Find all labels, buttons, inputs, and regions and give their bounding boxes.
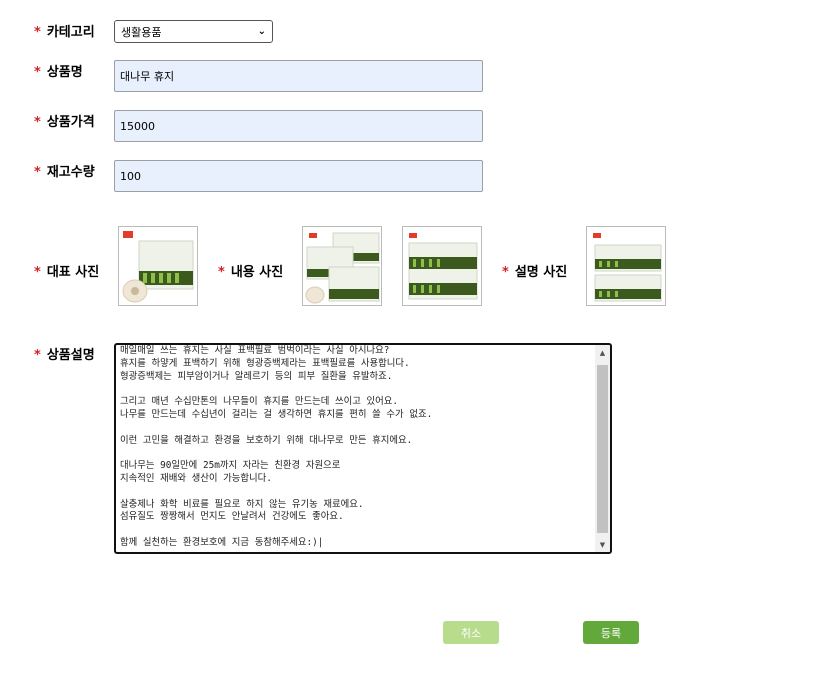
- required-mark: *: [34, 348, 41, 363]
- cancel-button[interactable]: 취소: [443, 621, 499, 644]
- required-mark: *: [34, 65, 41, 80]
- content-photo-thumbnail-2[interactable]: [402, 226, 482, 306]
- required-mark: *: [34, 115, 41, 130]
- required-mark: *: [502, 265, 509, 280]
- content-photo-label: * 내용 사진: [218, 265, 284, 280]
- main-photo-thumbnail[interactable]: [118, 226, 198, 306]
- description-label: * 상품설명: [34, 348, 95, 363]
- scrollbar-thumb[interactable]: [597, 365, 608, 533]
- main-photo-label: * 대표 사진: [34, 265, 100, 280]
- scroll-up-arrow-icon[interactable]: ▲: [595, 345, 610, 360]
- price-label: * 상품가격: [34, 115, 95, 130]
- category-label: * 카테고리: [34, 25, 95, 40]
- required-mark: *: [218, 265, 225, 280]
- category-select[interactable]: 생활용품 ⌄: [114, 20, 273, 43]
- category-selected-value: 생활용품: [121, 25, 162, 39]
- submit-button[interactable]: 등록: [583, 621, 639, 644]
- chevron-down-icon: ⌄: [257, 26, 266, 37]
- required-mark: *: [34, 165, 41, 180]
- product-name-label: * 상품명: [34, 65, 83, 80]
- content-photo-thumbnail[interactable]: [302, 226, 382, 306]
- description-photo-label: * 설명 사진: [502, 265, 568, 280]
- required-mark: *: [34, 265, 41, 280]
- scrollbar[interactable]: ▲ ▼: [595, 345, 610, 552]
- stock-label: * 재고수량: [34, 165, 95, 180]
- description-photo-thumbnail[interactable]: [586, 226, 666, 306]
- price-input[interactable]: 15000: [114, 110, 483, 142]
- required-mark: *: [34, 25, 41, 40]
- description-text[interactable]: 매일매일 쓰는 휴지는 사실 표백필료 범벅이라는 사실 아시나요? 휴지를 하…: [120, 345, 592, 550]
- stock-input[interactable]: 100: [114, 160, 483, 192]
- description-textarea[interactable]: 매일매일 쓰는 휴지는 사실 표백필료 범벅이라는 사실 아시나요? 휴지를 하…: [114, 343, 612, 554]
- scroll-down-arrow-icon[interactable]: ▼: [595, 537, 610, 552]
- product-name-input[interactable]: 대나무 휴지: [114, 60, 483, 92]
